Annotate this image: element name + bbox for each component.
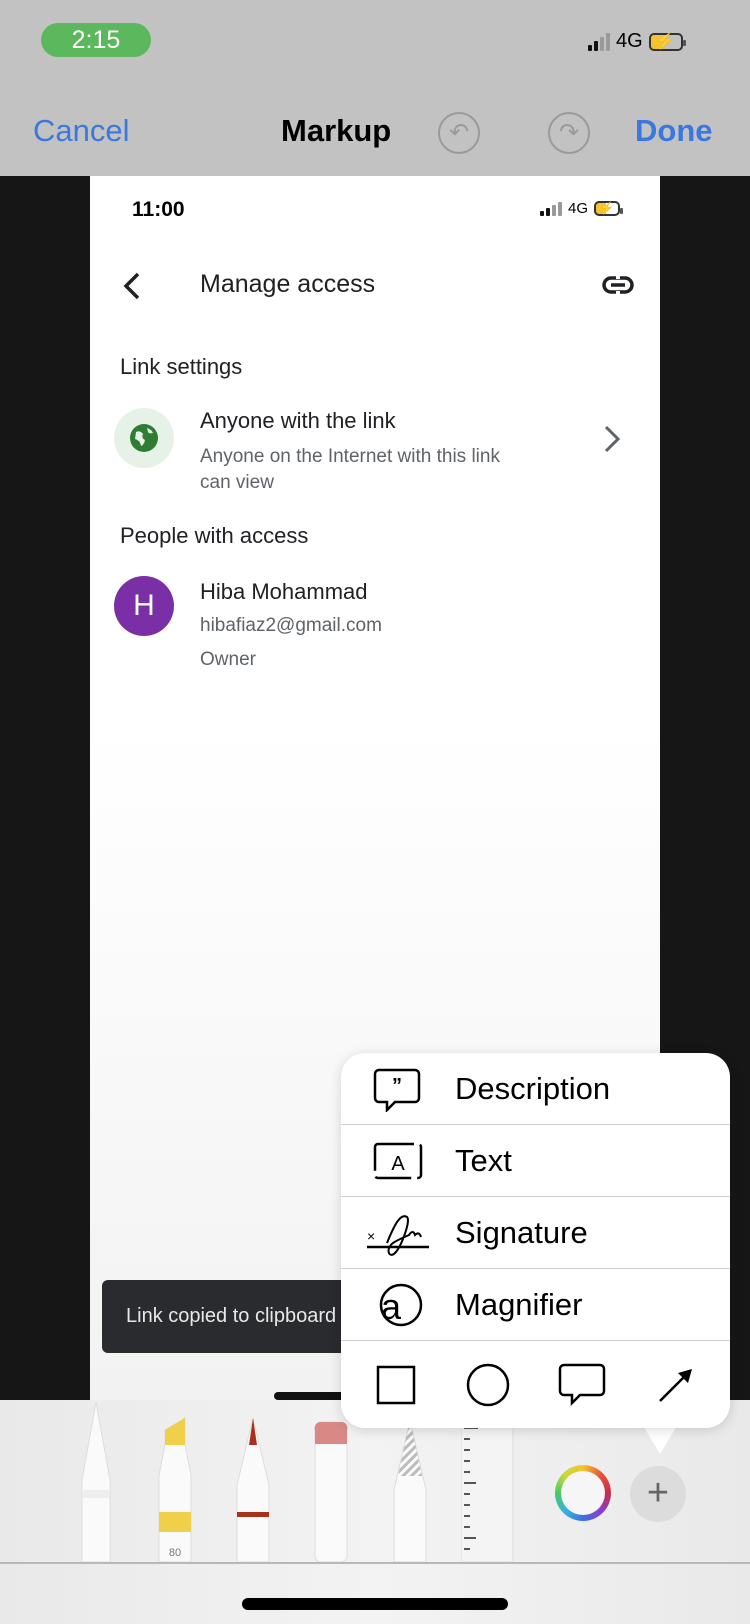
svg-text:”: ” <box>392 1075 402 1097</box>
menu-item-magnifier[interactable]: a Magnifier <box>341 1269 730 1341</box>
inner-status-indicators: 4G ⚡ <box>540 200 624 217</box>
add-plus-button[interactable]: + <box>630 1466 686 1522</box>
svg-text:A: A <box>391 1153 405 1175</box>
quote-bubble-icon: ” <box>341 1066 455 1112</box>
inner-battery-icon: ⚡ <box>594 201 624 216</box>
person-name: Hiba Mohammad <box>200 579 368 604</box>
svg-text:×: × <box>367 1228 375 1244</box>
arrow-icon[interactable] <box>656 1365 696 1405</box>
home-indicator <box>242 1598 508 1610</box>
link-setting-subtitle-2: can view <box>200 472 274 493</box>
magnifier-icon: a <box>341 1281 455 1329</box>
person-role: Owner <box>200 649 256 670</box>
speech-bubble-icon[interactable] <box>558 1362 608 1408</box>
signature-icon: × <box>341 1209 455 1257</box>
shape-row <box>341 1341 730 1428</box>
pen-tool[interactable] <box>76 1400 116 1562</box>
globe-icon <box>114 408 174 468</box>
redo-icon[interactable]: ↷ <box>548 112 590 154</box>
link-icon[interactable] <box>602 275 634 295</box>
add-menu-popover: ” Description A Text × Signature a Magni… <box>341 1053 730 1428</box>
markup-toolbar: 80 + <box>0 1400 750 1624</box>
menu-item-label: Description <box>455 1070 611 1106</box>
svg-text:a: a <box>381 1286 402 1327</box>
chevron-right-icon <box>604 425 621 453</box>
highlighter-width-label: 80 <box>169 1547 181 1559</box>
inner-time: 11:00 <box>132 198 185 221</box>
pencil-tool[interactable] <box>235 1400 271 1562</box>
network-label: 4G <box>616 30 643 52</box>
people-heading: People with access <box>120 523 309 548</box>
menu-item-text[interactable]: A Text <box>341 1125 730 1197</box>
link-setting-title: Anyone with the link <box>200 408 396 433</box>
snackbar: Link copied to clipboard <box>102 1280 362 1353</box>
menu-item-description[interactable]: ” Description <box>341 1053 730 1125</box>
done-button[interactable]: Done <box>635 113 713 149</box>
menu-item-signature[interactable]: × Signature <box>341 1197 730 1269</box>
toolbar-divider <box>0 1562 750 1564</box>
menu-item-label: Signature <box>455 1214 588 1250</box>
circle-icon[interactable] <box>465 1362 511 1408</box>
back-chevron-icon[interactable] <box>120 271 144 301</box>
popover-arrow <box>642 1424 678 1454</box>
person-email: hibafiaz2@gmail.com <box>200 615 382 636</box>
link-setting-subtitle-1: Anyone on the Internet with this link <box>200 446 500 467</box>
link-settings-heading: Link settings <box>120 354 243 379</box>
header-title: Manage access <box>200 270 376 298</box>
page-title: Markup <box>281 113 392 148</box>
battery-charging-icon: ⚡ <box>648 32 686 51</box>
highlighter-tool[interactable]: 80 <box>157 1400 193 1562</box>
text-box-icon: A <box>341 1140 455 1182</box>
cancel-button[interactable]: Cancel <box>33 113 130 149</box>
signal-icon <box>588 32 610 51</box>
color-picker-icon[interactable] <box>555 1465 611 1521</box>
status-time: 2:15 <box>41 23 151 57</box>
inner-network: 4G <box>568 200 589 217</box>
square-icon[interactable] <box>375 1364 417 1406</box>
avatar: H <box>114 576 174 636</box>
menu-item-label: Magnifier <box>455 1286 583 1322</box>
status-indicators: 4G ⚡ <box>588 30 686 53</box>
menu-item-label: Text <box>455 1142 512 1178</box>
undo-icon[interactable]: ↶ <box>438 112 480 154</box>
